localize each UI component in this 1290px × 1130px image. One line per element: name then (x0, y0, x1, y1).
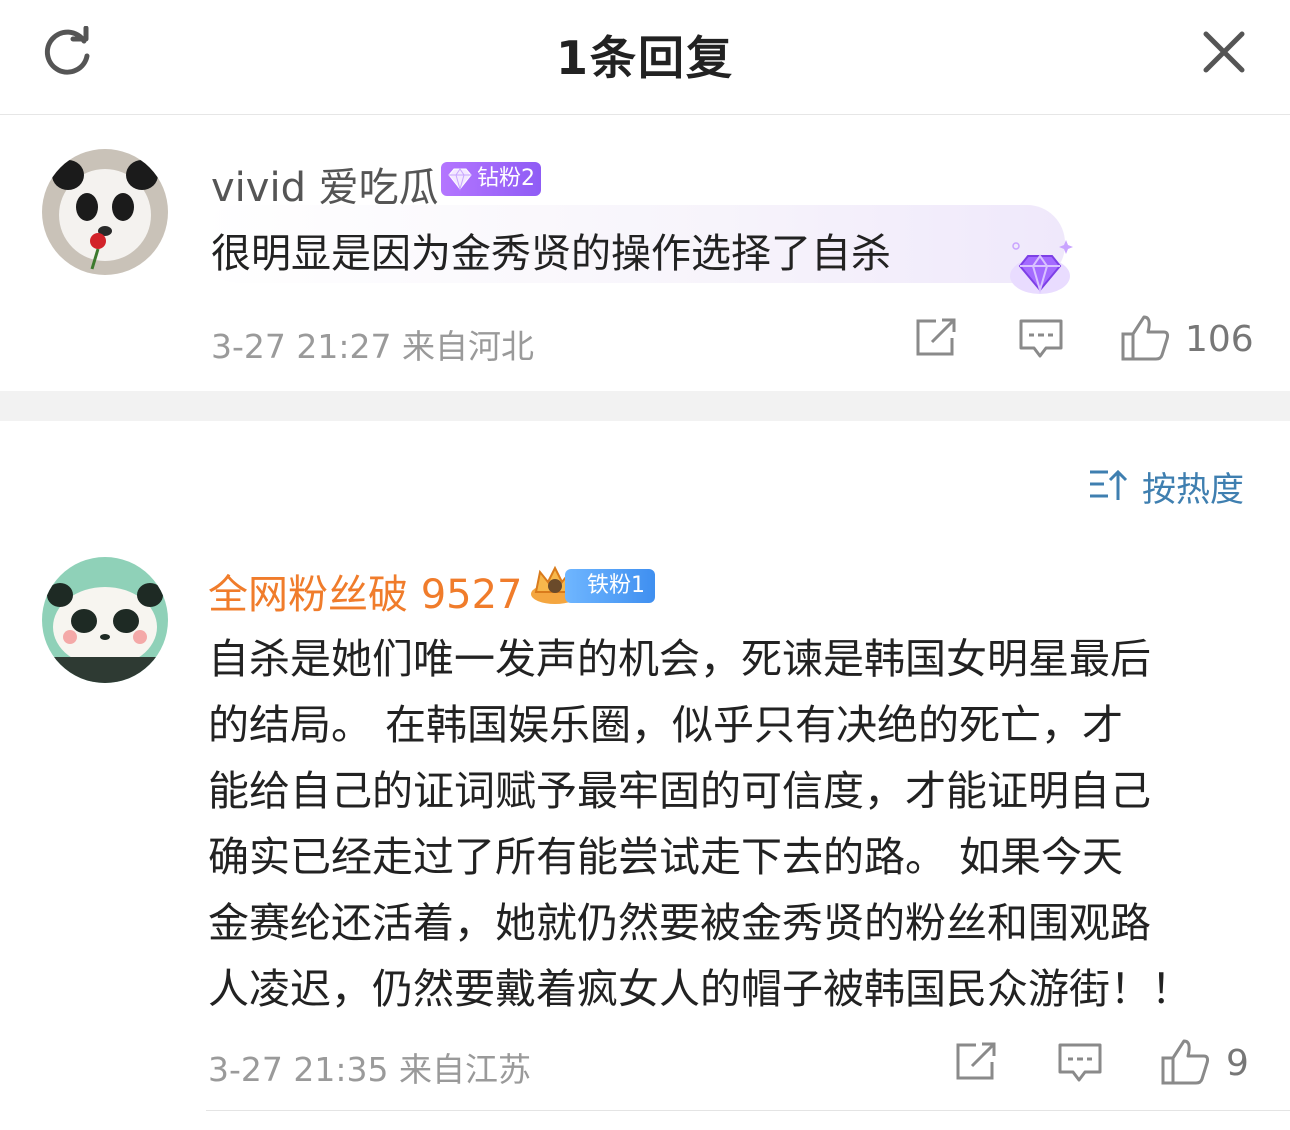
comment-text: 很明显是因为金秀贤的操作选择了自杀 (211, 231, 891, 277)
diamond-decoration-icon (1010, 240, 1073, 294)
share-icon[interactable] (914, 318, 958, 358)
comment-icon[interactable] (1057, 1042, 1103, 1084)
comment-text: 自杀是她们唯一发声的机会，死谏是韩国女明星最后 的结局。 在韩国娱乐圈，似乎只有… (208, 626, 1248, 1022)
like-icon[interactable] (1160, 1038, 1210, 1086)
fan-badge-label: 钻粉2 (477, 166, 535, 191)
close-icon[interactable] (1198, 26, 1250, 78)
like-count: 106 (1185, 319, 1254, 360)
comment-line: 自杀是她们唯一发声的机会，死谏是韩国女明星最后 (208, 635, 1151, 683)
comment-line: 能给自己的证词赋予最牢固的可信度，才能证明自己 (208, 767, 1151, 815)
comment-line: 人凌迟，仍然要戴着疯女人的帽子被韩国民众游街！！ (208, 965, 1192, 1013)
comment-line: 的结局。 在韩国娱乐圈，似乎只有决绝的死亡，才 (208, 701, 1124, 749)
bottom-divider (206, 1110, 1290, 1111)
fan-badge[interactable]: 铁粉1 (565, 569, 655, 603)
fan-badge-label: 铁粉1 (587, 573, 645, 598)
username[interactable]: 全网粉丝破 9527 (208, 562, 523, 620)
section-divider (0, 391, 1290, 421)
user-avatar[interactable] (42, 557, 168, 683)
header-bar: 1条回复 (0, 0, 1290, 115)
sort-icon (1090, 469, 1128, 500)
user-avatar[interactable] (42, 149, 168, 275)
like-icon[interactable] (1120, 314, 1170, 362)
comment-meta: 3-27 21:27 来自河北 (211, 327, 534, 366)
comment-icon[interactable] (1018, 318, 1064, 360)
like-count: 9 (1226, 1043, 1249, 1084)
share-icon[interactable] (954, 1042, 998, 1082)
comment-meta: 3-27 21:35 来自江苏 (208, 1050, 531, 1089)
comment-line: 金赛纶还活着，她就仍然要被金秀贤的粉丝和围观路 (208, 899, 1151, 947)
diamond-icon (448, 168, 472, 191)
sort-label: 按热度 (1142, 470, 1244, 510)
fan-badge[interactable]: 钻粉2 (441, 162, 541, 196)
page-title: 1条回复 (555, 31, 734, 85)
comment-line: 确实已经走过了所有能尝试走下去的路。 如果今天 (208, 833, 1124, 881)
